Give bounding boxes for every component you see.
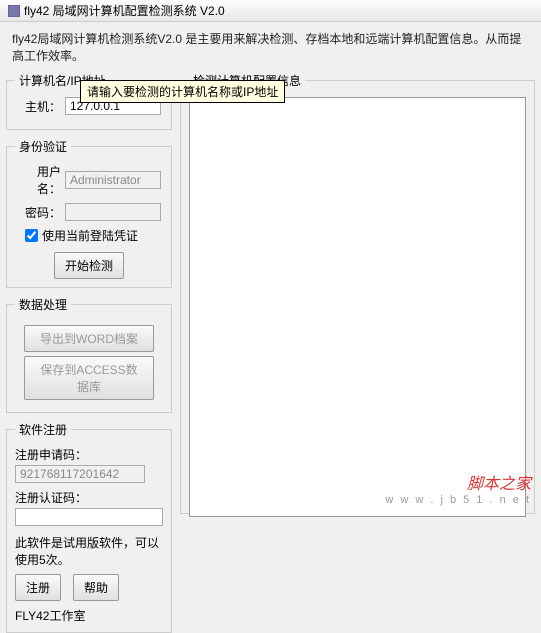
register-group: 软件注册 注册申请码： 注册认证码： 此软件是试用版软件，可以使用5次。 注册 … (6, 421, 172, 633)
apply-code-label: 注册申请码： (15, 446, 163, 463)
host-label: 主机： (15, 98, 61, 115)
register-button[interactable]: 注册 (15, 574, 61, 601)
intro-text: fly42局域网计算机检测系统V2.0 是主要用来解决检测、存档本地和远端计算机… (0, 22, 541, 72)
result-textarea[interactable] (189, 97, 526, 517)
start-detect-button[interactable]: 开始检测 (54, 252, 124, 279)
auth-group: 身份验证 用户名： 密码： 使用当前登陆凭证 开始检测 (6, 138, 172, 288)
watermark-url: w w w . j b 5 1 . n e t (385, 494, 531, 506)
window-title: fly42 局域网计算机配置检测系统 V2.0 (24, 2, 225, 19)
titlebar: fly42 局域网计算机配置检测系统 V2.0 (0, 0, 541, 22)
auth-legend: 身份验证 (15, 138, 71, 155)
register-legend: 软件注册 (15, 421, 71, 438)
trial-note: 此软件是试用版软件，可以使用5次。 (15, 534, 163, 568)
data-proc-legend: 数据处理 (15, 296, 71, 313)
data-proc-group: 数据处理 导出到WORD档案 保存到ACCESS数据库 (6, 296, 172, 413)
help-button[interactable]: 帮助 (73, 574, 119, 601)
app-icon (8, 5, 20, 17)
username-input (65, 171, 161, 189)
user-label: 用户名： (15, 163, 61, 197)
save-access-button: 保存到ACCESS数据库 (24, 356, 154, 400)
apply-code-input (15, 465, 145, 483)
watermark-text: 脚本之家 (467, 470, 531, 494)
export-word-button: 导出到WORD档案 (24, 325, 154, 352)
result-group: 检测计算机配置信息 (180, 72, 535, 514)
verify-code-label: 注册认证码： (15, 489, 163, 506)
host-tooltip: 请输入要检测的计算机名称或IP地址 (80, 80, 285, 103)
password-input (65, 203, 161, 221)
pass-label: 密码： (15, 204, 61, 221)
verify-code-input[interactable] (15, 508, 163, 526)
studio-label: FLY42工作室 (15, 607, 163, 624)
use-current-checkbox[interactable] (25, 229, 38, 242)
use-current-label: 使用当前登陆凭证 (42, 227, 138, 244)
